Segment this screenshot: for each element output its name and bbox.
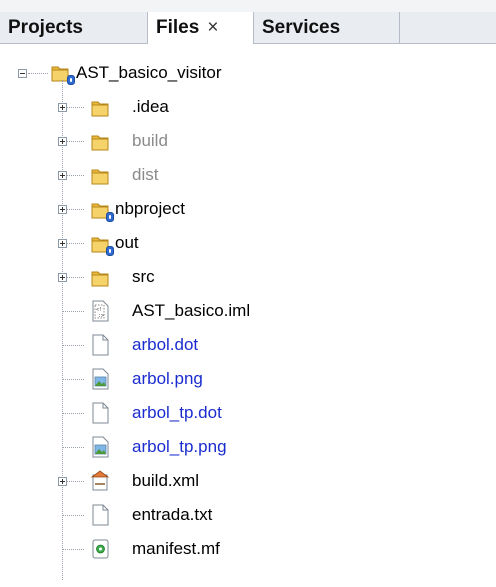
tree-item-label: nbproject — [115, 199, 185, 218]
tree-connector — [62, 447, 84, 448]
expand-toggle-icon[interactable] — [58, 171, 67, 180]
folder-icon — [91, 169, 109, 185]
tree-item-label: dist — [132, 165, 159, 184]
tree-item-label: src — [132, 267, 155, 286]
folder-icon — [91, 135, 109, 151]
tree-item-label: arbol.dot — [132, 335, 199, 354]
tree-item-label: manifest.mf — [132, 539, 220, 558]
tab-files[interactable]: Files × — [148, 12, 254, 44]
image-file-icon — [92, 368, 109, 390]
tree-item-row[interactable]: arbol.dot — [0, 328, 496, 362]
tree-item-label: AST_basico.iml — [132, 301, 251, 320]
tree-connector — [28, 73, 48, 74]
tree-item-label: arbol_tp.dot — [132, 403, 222, 422]
versioning-badge-icon — [67, 75, 75, 85]
tab-services-label: Services — [262, 17, 341, 38]
tab-bar-top-strip — [0, 0, 496, 12]
expand-toggle-icon[interactable] — [58, 103, 67, 112]
tree-item-label: build — [132, 131, 168, 150]
versioning-badge-icon — [106, 212, 114, 222]
tree-item-row[interactable]: .idea — [0, 90, 496, 124]
expand-toggle-icon[interactable] — [58, 477, 67, 486]
tree-connector — [62, 345, 84, 346]
tab-files-close-icon[interactable]: × — [207, 17, 218, 38]
tab-bar: Projects Files × Services — [0, 0, 496, 44]
xml-file-icon: <!:> — [92, 300, 109, 322]
tree-item-label: .idea — [132, 97, 169, 116]
tree-item-row[interactable]: src — [0, 260, 496, 294]
svg-text::>: :> — [98, 313, 104, 319]
tree-item-row[interactable]: manifest.mf — [0, 532, 496, 566]
file-icon — [92, 334, 109, 356]
file-icon — [92, 402, 109, 424]
image-file-icon — [92, 436, 109, 458]
tree-item-row[interactable]: arbol_tp.png — [0, 430, 496, 464]
tree-item-row[interactable]: dist — [0, 158, 496, 192]
expand-toggle-icon[interactable] — [58, 205, 67, 214]
tree-item-row[interactable]: arbol.png — [0, 362, 496, 396]
tab-files-label: Files — [156, 17, 200, 38]
folder-icon — [91, 101, 109, 117]
folder-icon — [91, 271, 109, 287]
tree-item-row[interactable]: build.xml — [0, 464, 496, 498]
collapse-toggle-icon[interactable] — [18, 69, 27, 78]
tab-services[interactable]: Services — [254, 12, 400, 44]
tree-connector — [62, 413, 84, 414]
tree-item-row[interactable]: entrada.txt — [0, 498, 496, 532]
tree-item-label: out — [115, 233, 139, 252]
versioning-badge-icon — [106, 246, 114, 256]
tree-connector — [62, 379, 84, 380]
manifest-file-icon — [92, 539, 109, 559]
tree-connector — [62, 549, 84, 550]
tab-projects-label: Projects — [8, 17, 83, 38]
expand-toggle-icon[interactable] — [58, 239, 67, 248]
tree-connector — [62, 515, 84, 516]
expand-toggle-icon[interactable] — [58, 137, 67, 146]
tree-item-label: arbol.png — [132, 369, 203, 388]
file-tree: AST_basico_visitor .idea build dist nbproje… — [0, 44, 496, 587]
tree-item-row[interactable]: nbproject — [0, 192, 496, 226]
tree-root-row[interactable]: AST_basico_visitor — [0, 56, 496, 90]
expand-toggle-icon[interactable] — [58, 273, 67, 282]
tree-item-label: entrada.txt — [132, 505, 213, 524]
ant-build-icon — [90, 470, 110, 491]
tree-item-row[interactable]: <!:> AST_basico.iml — [0, 294, 496, 328]
file-icon — [92, 504, 109, 526]
tree-item-label: arbol_tp.png — [132, 437, 227, 456]
tree-root-label: AST_basico_visitor — [76, 63, 222, 82]
tree-item-row[interactable]: arbol_tp.dot — [0, 396, 496, 430]
tree-item-row[interactable]: out — [0, 226, 496, 260]
tab-projects[interactable]: Projects — [0, 12, 148, 44]
tree-connector — [62, 311, 84, 312]
tree-item-row[interactable]: build — [0, 124, 496, 158]
tree-item-label: build.xml — [132, 471, 200, 490]
